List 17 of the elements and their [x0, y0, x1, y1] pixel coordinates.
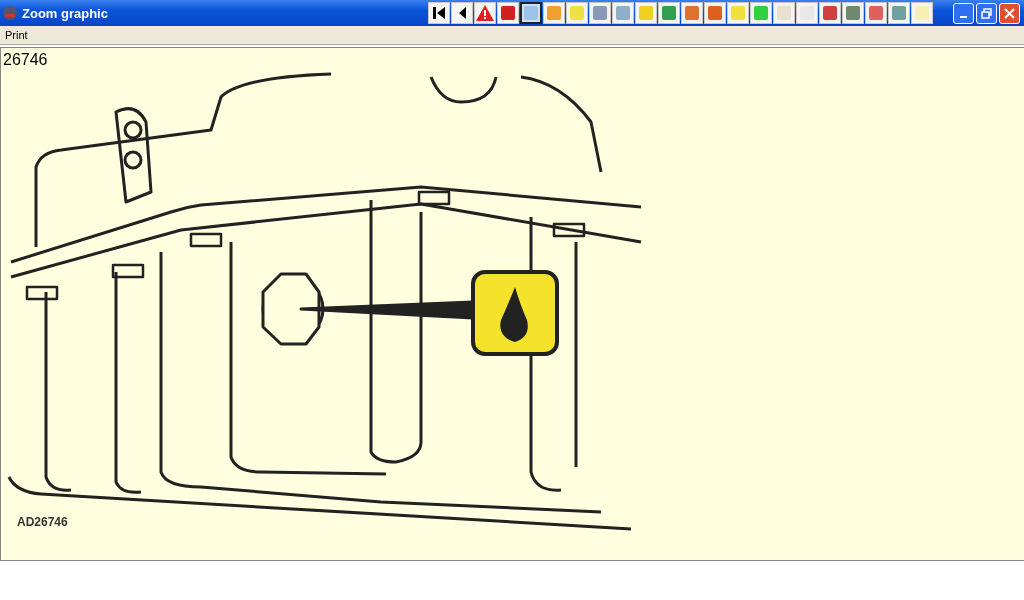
menu-item[interactable]: Print	[0, 29, 33, 41]
skip-first-icon	[432, 6, 446, 20]
previous-button[interactable]	[451, 2, 473, 24]
restore-button[interactable]	[976, 2, 997, 24]
close-icon	[1004, 7, 1015, 19]
left-triangle-icon	[457, 6, 467, 20]
window-title: Zoom graphic	[22, 5, 109, 21]
restore-icon	[981, 7, 992, 19]
app-logo-icon	[2, 5, 18, 21]
warning-button[interactable]	[474, 2, 496, 24]
graphic-caption: AD26746	[17, 515, 68, 529]
warning-icon	[476, 5, 494, 21]
minimize-icon	[960, 16, 967, 18]
minimize-button[interactable]	[953, 2, 974, 24]
graphic-number: 26746	[3, 51, 48, 69]
close-button[interactable]	[999, 2, 1020, 24]
first-page-button[interactable]	[428, 2, 450, 24]
